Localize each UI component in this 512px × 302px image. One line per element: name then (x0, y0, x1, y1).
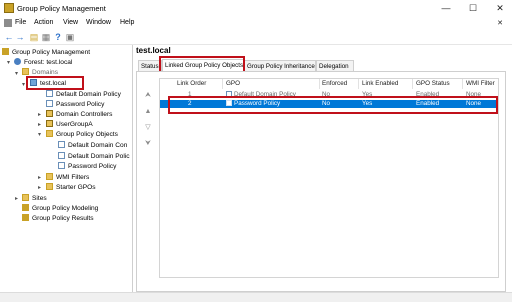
folder-icon (22, 194, 29, 201)
tree-usergroupa[interactable]: UserGroupA (46, 120, 93, 129)
column-divider[interactable] (412, 79, 413, 89)
results-icon (22, 214, 29, 221)
column-header-enforced[interactable]: Enforced (322, 80, 347, 87)
tree-group-policy-results[interactable]: Group Policy Results (22, 214, 94, 223)
tree-item-label: Starter GPOs (56, 184, 96, 191)
tree-domain-controllers[interactable]: Domain Controllers (46, 110, 112, 119)
highlight-box (26, 76, 84, 90)
gpo-link-icon (46, 90, 53, 97)
tree-link-password-policy[interactable]: Password Policy (46, 100, 104, 109)
chevron-right-icon[interactable]: ▸ (38, 111, 41, 118)
close-button[interactable]: ✕ (490, 2, 510, 15)
window-title: Group Policy Management (17, 4, 106, 13)
up-folder-icon[interactable]: ▤ (29, 32, 39, 42)
forest-icon (14, 58, 21, 65)
forward-icon[interactable]: → (15, 32, 25, 42)
tree-domains-label: Domains (32, 69, 59, 76)
tab-inheritance[interactable]: Group Policy Inheritance (244, 60, 316, 71)
column-header-gpo-status[interactable]: GPO Status (416, 80, 450, 87)
column-header-wmi-filter[interactable]: WMI Filter (466, 80, 495, 87)
tree-item-label: UserGroupA (56, 121, 93, 128)
folder-icon (46, 183, 53, 190)
tree-forest[interactable]: Forest: test.local (14, 58, 72, 67)
highlight-box (168, 96, 498, 114)
gpo-icon (58, 141, 65, 148)
column-divider[interactable] (462, 79, 463, 89)
tree-item-label: Group Policy Results (32, 215, 94, 222)
tree-gpo-default-domain-policy[interactable]: Default Domain Polic (58, 152, 130, 161)
help-icon[interactable]: ? (53, 32, 63, 42)
tree-root[interactable]: Group Policy Management (2, 48, 90, 57)
column-header-gpo[interactable]: GPO (226, 80, 240, 87)
folder-icon (46, 130, 53, 137)
column-divider[interactable] (319, 79, 320, 89)
chevron-down-icon[interactable]: ▾ (38, 131, 41, 138)
app-menu-icon[interactable] (4, 19, 12, 27)
tree-sites[interactable]: Sites (22, 194, 47, 203)
tree-link-default-domain-policy[interactable]: Default Domain Policy (46, 90, 121, 99)
tree-item-label: Default Domain Polic (68, 153, 130, 160)
gpo-link-icon (46, 100, 53, 107)
folder-icon (22, 68, 29, 75)
folder-icon (46, 173, 53, 180)
properties-icon[interactable]: ▦ (41, 32, 51, 42)
gpm-icon (2, 48, 9, 55)
menu-view[interactable]: View (63, 19, 78, 26)
tree-item-label: Domain Controllers (56, 111, 113, 118)
chevron-right-icon[interactable]: ▸ (38, 174, 41, 181)
tree-gpo-password-policy[interactable]: Password Policy (58, 162, 116, 171)
chevron-down-icon[interactable]: ▾ (15, 70, 18, 77)
tree-group-policy-modeling[interactable]: Group Policy Modeling (22, 204, 98, 213)
tree-group-policy-objects[interactable]: Group Policy Objects (46, 130, 118, 139)
tree-item-label: Sites (32, 195, 47, 202)
toolbar (0, 31, 512, 45)
ou-icon (46, 110, 53, 117)
tree-item-label: WMI Filters (56, 174, 90, 181)
column-divider[interactable] (222, 79, 223, 89)
chevron-down-icon[interactable]: ▾ (22, 81, 25, 88)
column-header-link-enabled[interactable]: Link Enabled (362, 80, 398, 87)
move-top-icon[interactable]: ⮝ (144, 92, 152, 100)
chevron-down-icon[interactable]: ▾ (7, 59, 10, 66)
menu-window[interactable]: Window (86, 19, 111, 26)
column-divider[interactable] (358, 79, 359, 89)
ou-icon (46, 120, 53, 127)
tab-delegation[interactable]: Delegation (316, 60, 354, 71)
move-up-icon[interactable]: ▲ (144, 108, 152, 116)
tree-gpo-default-domain-controllers[interactable]: Default Domain Con (58, 141, 127, 150)
menu-action[interactable]: Action (34, 19, 53, 26)
gpo-icon (58, 152, 65, 159)
gpo-icon (58, 162, 65, 169)
domain-title: test.local (136, 46, 171, 55)
menu-file[interactable]: File (15, 19, 26, 26)
minimize-button[interactable]: — (436, 2, 456, 15)
column-header-link-order[interactable]: Link Order (177, 80, 206, 87)
close-child-button[interactable]: ✕ (490, 17, 510, 30)
chevron-right-icon[interactable]: ▸ (38, 121, 41, 128)
app-icon (4, 3, 14, 13)
tree-item-label: Default Domain Con (68, 142, 128, 149)
tree-starter-gpos[interactable]: Starter GPOs (46, 183, 96, 192)
menu-help[interactable]: Help (120, 19, 134, 26)
tree-item-label: Password Policy (68, 163, 117, 170)
tree-forest-label: Forest: test.local (24, 59, 73, 66)
tree-wmi-filters[interactable]: WMI Filters (46, 173, 89, 182)
tree-root-label: Group Policy Management (12, 49, 91, 56)
move-bottom-icon[interactable]: ⮟ (144, 140, 152, 148)
tree-item-label: Default Domain Policy (56, 91, 121, 98)
console-icon[interactable]: ▣ (65, 32, 75, 42)
tree-item-label: Password Policy (56, 101, 105, 108)
chevron-right-icon[interactable]: ▸ (15, 195, 18, 202)
tree-item-label: Group Policy Modeling (32, 205, 99, 212)
back-icon[interactable]: ← (4, 32, 14, 42)
move-down-icon[interactable]: ▽ (144, 124, 152, 132)
chevron-right-icon[interactable]: ▸ (38, 184, 41, 191)
modeling-icon (22, 204, 29, 211)
tree-item-label: Group Policy Objects (56, 131, 118, 138)
maximize-button[interactable]: ☐ (463, 2, 483, 15)
